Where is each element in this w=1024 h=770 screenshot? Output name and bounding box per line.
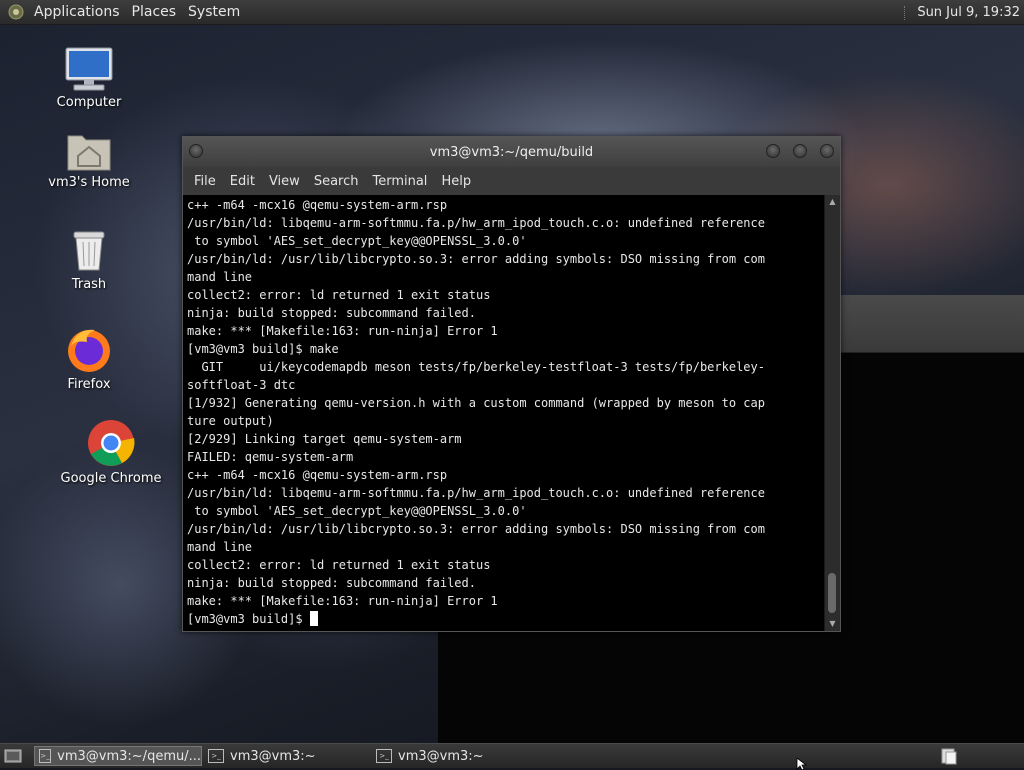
terminal-line: c++ -m64 -mcx16 @qemu-system-arm.rsp <box>187 198 448 212</box>
terminal-output[interactable]: c++ -m64 -mcx16 @qemu-system-arm.rsp /us… <box>183 195 825 631</box>
menu-view[interactable]: View <box>262 174 307 189</box>
terminal-line: /usr/bin/ld: /usr/lib/libcrypto.so.3: er… <box>187 522 765 536</box>
show-desktop-icon[interactable] <box>4 748 22 764</box>
applications-menu[interactable]: Applications <box>28 4 126 20</box>
terminal-line: /usr/bin/ld: /usr/lib/libcrypto.so.3: er… <box>187 252 765 266</box>
taskbar-item-label: vm3@vm3:~ <box>398 748 484 764</box>
taskbar-item-terminal-home-2[interactable]: >_ vm3@vm3:~ <box>372 746 538 766</box>
clock[interactable]: Sun Jul 9, 19:32 <box>917 5 1020 20</box>
close-button[interactable] <box>820 144 834 158</box>
terminal-line: make: *** [Makefile:163: run-ninja] Erro… <box>187 594 498 608</box>
terminal-line: softfloat-3 dtc <box>187 378 296 392</box>
firefox-icon <box>68 329 110 372</box>
terminal-scrollbar[interactable]: ▲ ▼ <box>824 195 840 631</box>
terminal-line: FAILED: qemu-system-arm <box>187 450 354 464</box>
desktop-icon-label: Trash <box>71 277 107 292</box>
shell-prompt: [vm3@vm3 build]$ <box>187 612 310 626</box>
terminal-line: [2/929] Linking target qemu-system-arm <box>187 432 462 446</box>
terminal-icon: >_ <box>208 749 224 763</box>
chrome-icon <box>88 420 135 466</box>
terminal-line: c++ -m64 -mcx16 @qemu-system-arm.rsp <box>187 468 448 482</box>
desktop-icon-computer[interactable]: Computer <box>34 46 144 110</box>
terminal-line: GIT ui/keycodemapdb meson tests/fp/berke… <box>201 360 765 374</box>
terminal-line: make: *** [Makefile:163: run-ninja] Erro… <box>187 324 498 338</box>
menu-edit[interactable]: Edit <box>223 174 262 189</box>
terminal-line: [1/932] Generating qemu-version.h with a… <box>187 396 765 410</box>
desktop-icon-label: Firefox <box>67 377 111 392</box>
terminal-line: mand line <box>187 270 253 284</box>
computer-icon <box>65 47 113 91</box>
terminal-line: to symbol 'AES_set_decrypt_key@@OPENSSL_… <box>194 504 527 518</box>
terminal-icon: >_ <box>39 749 52 763</box>
terminal-line: ninja: build stopped: subcommand failed. <box>187 576 476 590</box>
terminal-line: mand line <box>187 540 253 554</box>
bottom-panel: >_ vm3@vm3:~/qemu/... >_ vm3@vm3:~ >_ vm… <box>0 743 1024 770</box>
desktop-icon-label: vm3's Home <box>48 175 130 190</box>
panel-separator <box>904 5 907 20</box>
menu-terminal[interactable]: Terminal <box>365 174 434 189</box>
menu-help[interactable]: Help <box>434 174 478 189</box>
terminal-line: to symbol 'AES_set_decrypt_key@@OPENSSL_… <box>194 234 527 248</box>
desktop-icon-home[interactable]: vm3's Home <box>34 128 144 190</box>
terminal-line: ture output) <box>187 414 274 428</box>
terminal-window[interactable]: vm3@vm3:~/qemu/build File Edit View Sear… <box>182 136 841 632</box>
top-panel: Applications Places System Sun Jul 9, 19… <box>0 0 1024 25</box>
desktop-icon-label: Google Chrome <box>60 471 162 486</box>
terminal-line: ninja: build stopped: subcommand failed. <box>187 306 476 320</box>
menu-file[interactable]: File <box>187 174 223 189</box>
terminal-line: collect2: error: ld returned 1 exit stat… <box>187 558 491 572</box>
trash-icon <box>73 231 105 271</box>
terminal-cursor <box>309 611 318 626</box>
taskbar-item-label: vm3@vm3:~ <box>230 748 316 764</box>
scrollbar-thumb[interactable] <box>828 573 836 613</box>
gnome-foot-icon[interactable] <box>8 4 24 20</box>
window-menu-button[interactable] <box>189 144 203 158</box>
desktop-icon-label: Computer <box>56 95 122 110</box>
terminal-titlebar[interactable]: vm3@vm3:~/qemu/build <box>183 137 840 167</box>
window-title: vm3@vm3:~/qemu/build <box>429 144 594 160</box>
mouse-pointer-icon <box>796 758 808 770</box>
desktop-icon-chrome[interactable]: Google Chrome <box>56 418 166 486</box>
taskbar-item-terminal-home[interactable]: >_ vm3@vm3:~ <box>204 746 370 766</box>
taskbar-item-label: vm3@vm3:~/qemu/... <box>57 748 201 764</box>
maximize-button[interactable] <box>793 144 807 158</box>
workspace-switcher-icon[interactable] <box>940 747 958 765</box>
minimize-button[interactable] <box>766 144 780 158</box>
terminal-text: c++ -m64 -mcx16 @qemu-system-arm.rsp /us… <box>183 195 825 628</box>
taskbar-item-terminal-qemu[interactable]: >_ vm3@vm3:~/qemu/... <box>34 746 202 766</box>
desktop-icon-trash[interactable]: Trash <box>34 228 144 292</box>
menu-search[interactable]: Search <box>307 174 366 189</box>
places-menu[interactable]: Places <box>126 4 183 20</box>
terminal-line: /usr/bin/ld: libqemu-arm-softmmu.fa.p/hw… <box>187 216 765 230</box>
terminal-menubar: File Edit View Search Terminal Help <box>183 167 840 196</box>
terminal-line: [vm3@vm3 build]$ make <box>187 342 339 356</box>
system-menu[interactable]: System <box>182 4 246 20</box>
desktop-icon-firefox[interactable]: Firefox <box>34 326 144 392</box>
terminal-line: /usr/bin/ld: libqemu-arm-softmmu.fa.p/hw… <box>187 486 765 500</box>
scroll-down-arrow-icon[interactable]: ▼ <box>825 617 840 631</box>
terminal-icon: >_ <box>376 749 392 763</box>
scroll-up-arrow-icon[interactable]: ▲ <box>825 195 840 209</box>
terminal-line: collect2: error: ld returned 1 exit stat… <box>187 288 491 302</box>
home-folder-icon <box>67 135 111 171</box>
